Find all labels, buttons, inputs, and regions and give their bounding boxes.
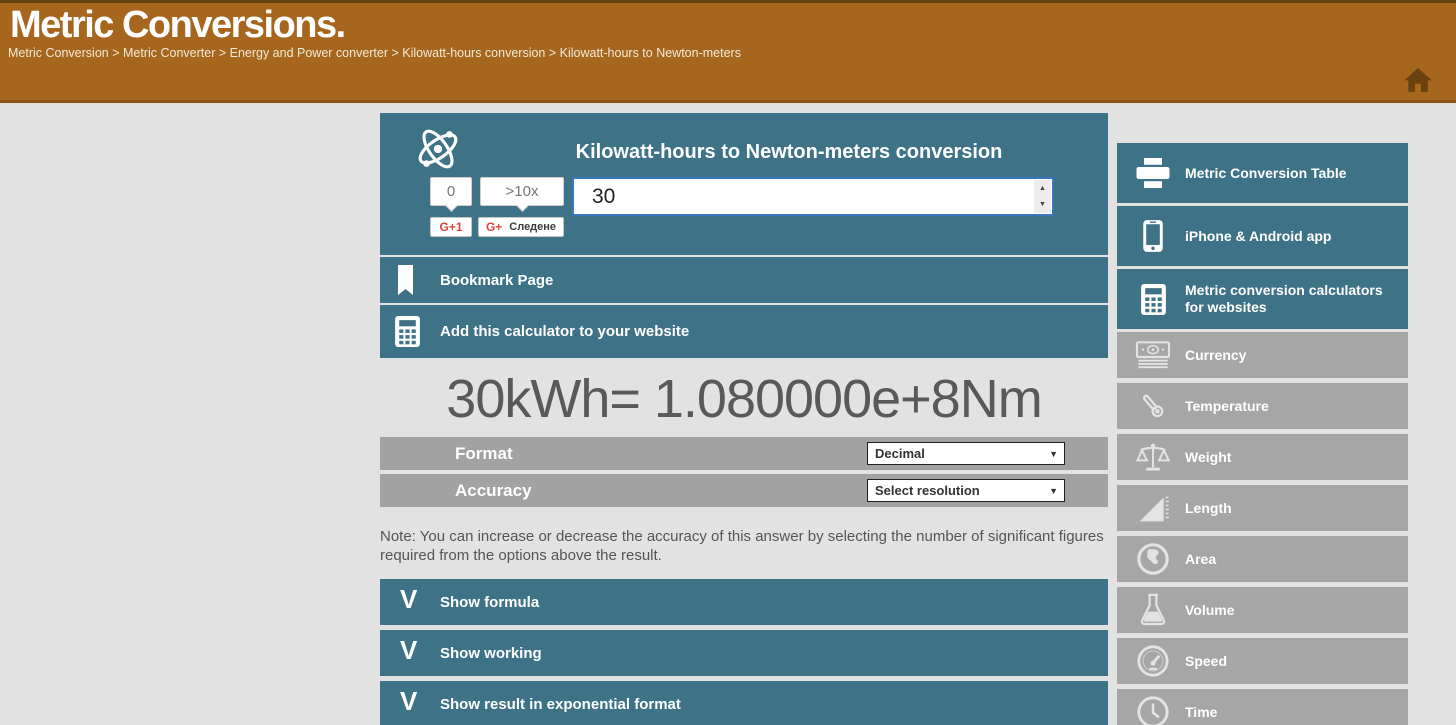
gplus-share-bubble: >10x <box>480 177 564 206</box>
calculator-icon <box>1131 284 1175 315</box>
sidebar-item-weight[interactable]: Weight <box>1117 434 1408 480</box>
accuracy-row: Accuracy Select resolution ▼ <box>380 474 1108 507</box>
gplus-plusone-button[interactable]: G+1 <box>430 217 472 237</box>
chevron-down-icon: ▼ <box>1049 449 1058 459</box>
input-spinner[interactable]: ▲ ▼ <box>1034 180 1051 213</box>
clock-icon <box>1131 695 1175 725</box>
format-value: Decimal <box>875 446 925 461</box>
chevron-expand-icon: V <box>400 635 417 666</box>
spinner-up-icon[interactable]: ▲ <box>1034 180 1051 197</box>
sidebar-item-currency[interactable]: Currency <box>1117 332 1408 378</box>
converter-main: Kilowatt-hours to Newton-meters conversi… <box>380 113 1108 725</box>
sidebar-item-label: Currency <box>1185 347 1254 364</box>
format-select[interactable]: Decimal ▼ <box>867 442 1065 465</box>
sidebar-item-label: Time <box>1185 704 1225 721</box>
bookmark-label: Bookmark Page <box>440 272 553 289</box>
accuracy-label: Accuracy <box>455 481 532 501</box>
site-logo[interactable]: Metric Conversions. <box>10 4 345 47</box>
accuracy-value: Select resolution <box>875 483 980 498</box>
show-exponential-label: Show result in exponential format <box>440 696 681 713</box>
show-exponential-button[interactable]: V Show result in exponential format <box>380 681 1108 725</box>
bookmark-page-button[interactable]: Bookmark Page <box>380 257 1108 303</box>
home-icon[interactable] <box>1403 65 1433 95</box>
phone-icon <box>1131 219 1175 253</box>
sidebar-item-metric-conversion-calculators-for-websites[interactable]: Metric conversion calculators for websit… <box>1117 269 1408 329</box>
sidebar-item-label: Area <box>1185 551 1224 568</box>
globe-icon <box>1131 542 1175 576</box>
sidebar-item-metric-conversion-table[interactable]: Metric Conversion Table <box>1117 143 1408 203</box>
spinner-down-icon[interactable]: ▼ <box>1034 197 1051 214</box>
format-label: Format <box>455 444 513 464</box>
value-input-wrap: ▲ ▼ <box>572 177 1054 216</box>
header: Metric Conversions. Metric Conversion > … <box>0 0 1456 103</box>
page-title: Kilowatt-hours to Newton-meters conversi… <box>490 141 1088 164</box>
sidebar-item-label: Length <box>1185 500 1240 517</box>
chevron-expand-icon: V <box>400 686 417 717</box>
sidebar-item-area[interactable]: Area <box>1117 536 1408 582</box>
show-formula-label: Show formula <box>440 594 539 611</box>
accuracy-select[interactable]: Select resolution ▼ <box>867 479 1065 502</box>
printer-icon <box>1131 158 1175 188</box>
speedometer-icon <box>1131 644 1175 678</box>
sidebar-item-temperature[interactable]: Temperature <box>1117 383 1408 429</box>
ruler-icon <box>1131 493 1175 523</box>
accuracy-note: Note: You can increase or decrease the a… <box>380 527 1108 565</box>
converter-panel: Kilowatt-hours to Newton-meters conversi… <box>380 113 1108 255</box>
gplus-follow-label: Следене <box>509 221 556 233</box>
flask-icon <box>1131 593 1175 627</box>
calculator-icon <box>395 316 420 347</box>
sidebar-item-label: Speed <box>1185 653 1235 670</box>
sidebar: Metric Conversion Table iPhone & Android … <box>1117 143 1408 725</box>
value-input[interactable] <box>574 179 1033 214</box>
bookmark-icon <box>398 265 413 296</box>
add-calculator-button[interactable]: Add this calculator to your website <box>380 305 1108 358</box>
atom-icon <box>413 123 463 180</box>
gplus-count-bubble: 0 <box>430 177 472 206</box>
sidebar-item-volume[interactable]: Volume <box>1117 587 1408 633</box>
sidebar-item-iphone-android-app[interactable]: iPhone & Android app <box>1117 206 1408 266</box>
conversion-result: 30kWh= 1.080000e+8Nm <box>380 360 1108 437</box>
chevron-down-icon: ▼ <box>1049 486 1058 496</box>
show-working-button[interactable]: V Show working <box>380 630 1108 676</box>
thermometer-icon <box>1131 390 1175 422</box>
breadcrumb[interactable]: Metric Conversion > Metric Converter > E… <box>8 46 741 60</box>
page: Metric Conversions. Metric Conversion > … <box>0 0 1456 725</box>
scales-icon <box>1131 442 1175 472</box>
gplus-plusone-label: G+1 <box>439 220 462 234</box>
sidebar-item-label: Metric Conversion Table <box>1185 165 1355 182</box>
sidebar-item-label: Weight <box>1185 449 1239 466</box>
show-working-label: Show working <box>440 645 542 662</box>
banknote-icon <box>1131 341 1175 369</box>
sidebar-item-label: iPhone & Android app <box>1185 228 1339 245</box>
sidebar-item-speed[interactable]: Speed <box>1117 638 1408 684</box>
format-row: Format Decimal ▼ <box>380 437 1108 470</box>
sidebar-item-label: Temperature <box>1185 398 1277 415</box>
gplus-follow-button[interactable]: G+ Следене <box>478 217 564 237</box>
sidebar-item-label: Metric conversion calculators for websit… <box>1185 282 1408 316</box>
sidebar-item-time[interactable]: Time <box>1117 689 1408 725</box>
add-calculator-label: Add this calculator to your website <box>440 323 689 340</box>
chevron-expand-icon: V <box>400 584 417 615</box>
show-formula-button[interactable]: V Show formula <box>380 579 1108 625</box>
sidebar-item-label: Volume <box>1185 602 1243 619</box>
sidebar-item-length[interactable]: Length <box>1117 485 1408 531</box>
gplus-logo: G+ <box>486 220 502 234</box>
